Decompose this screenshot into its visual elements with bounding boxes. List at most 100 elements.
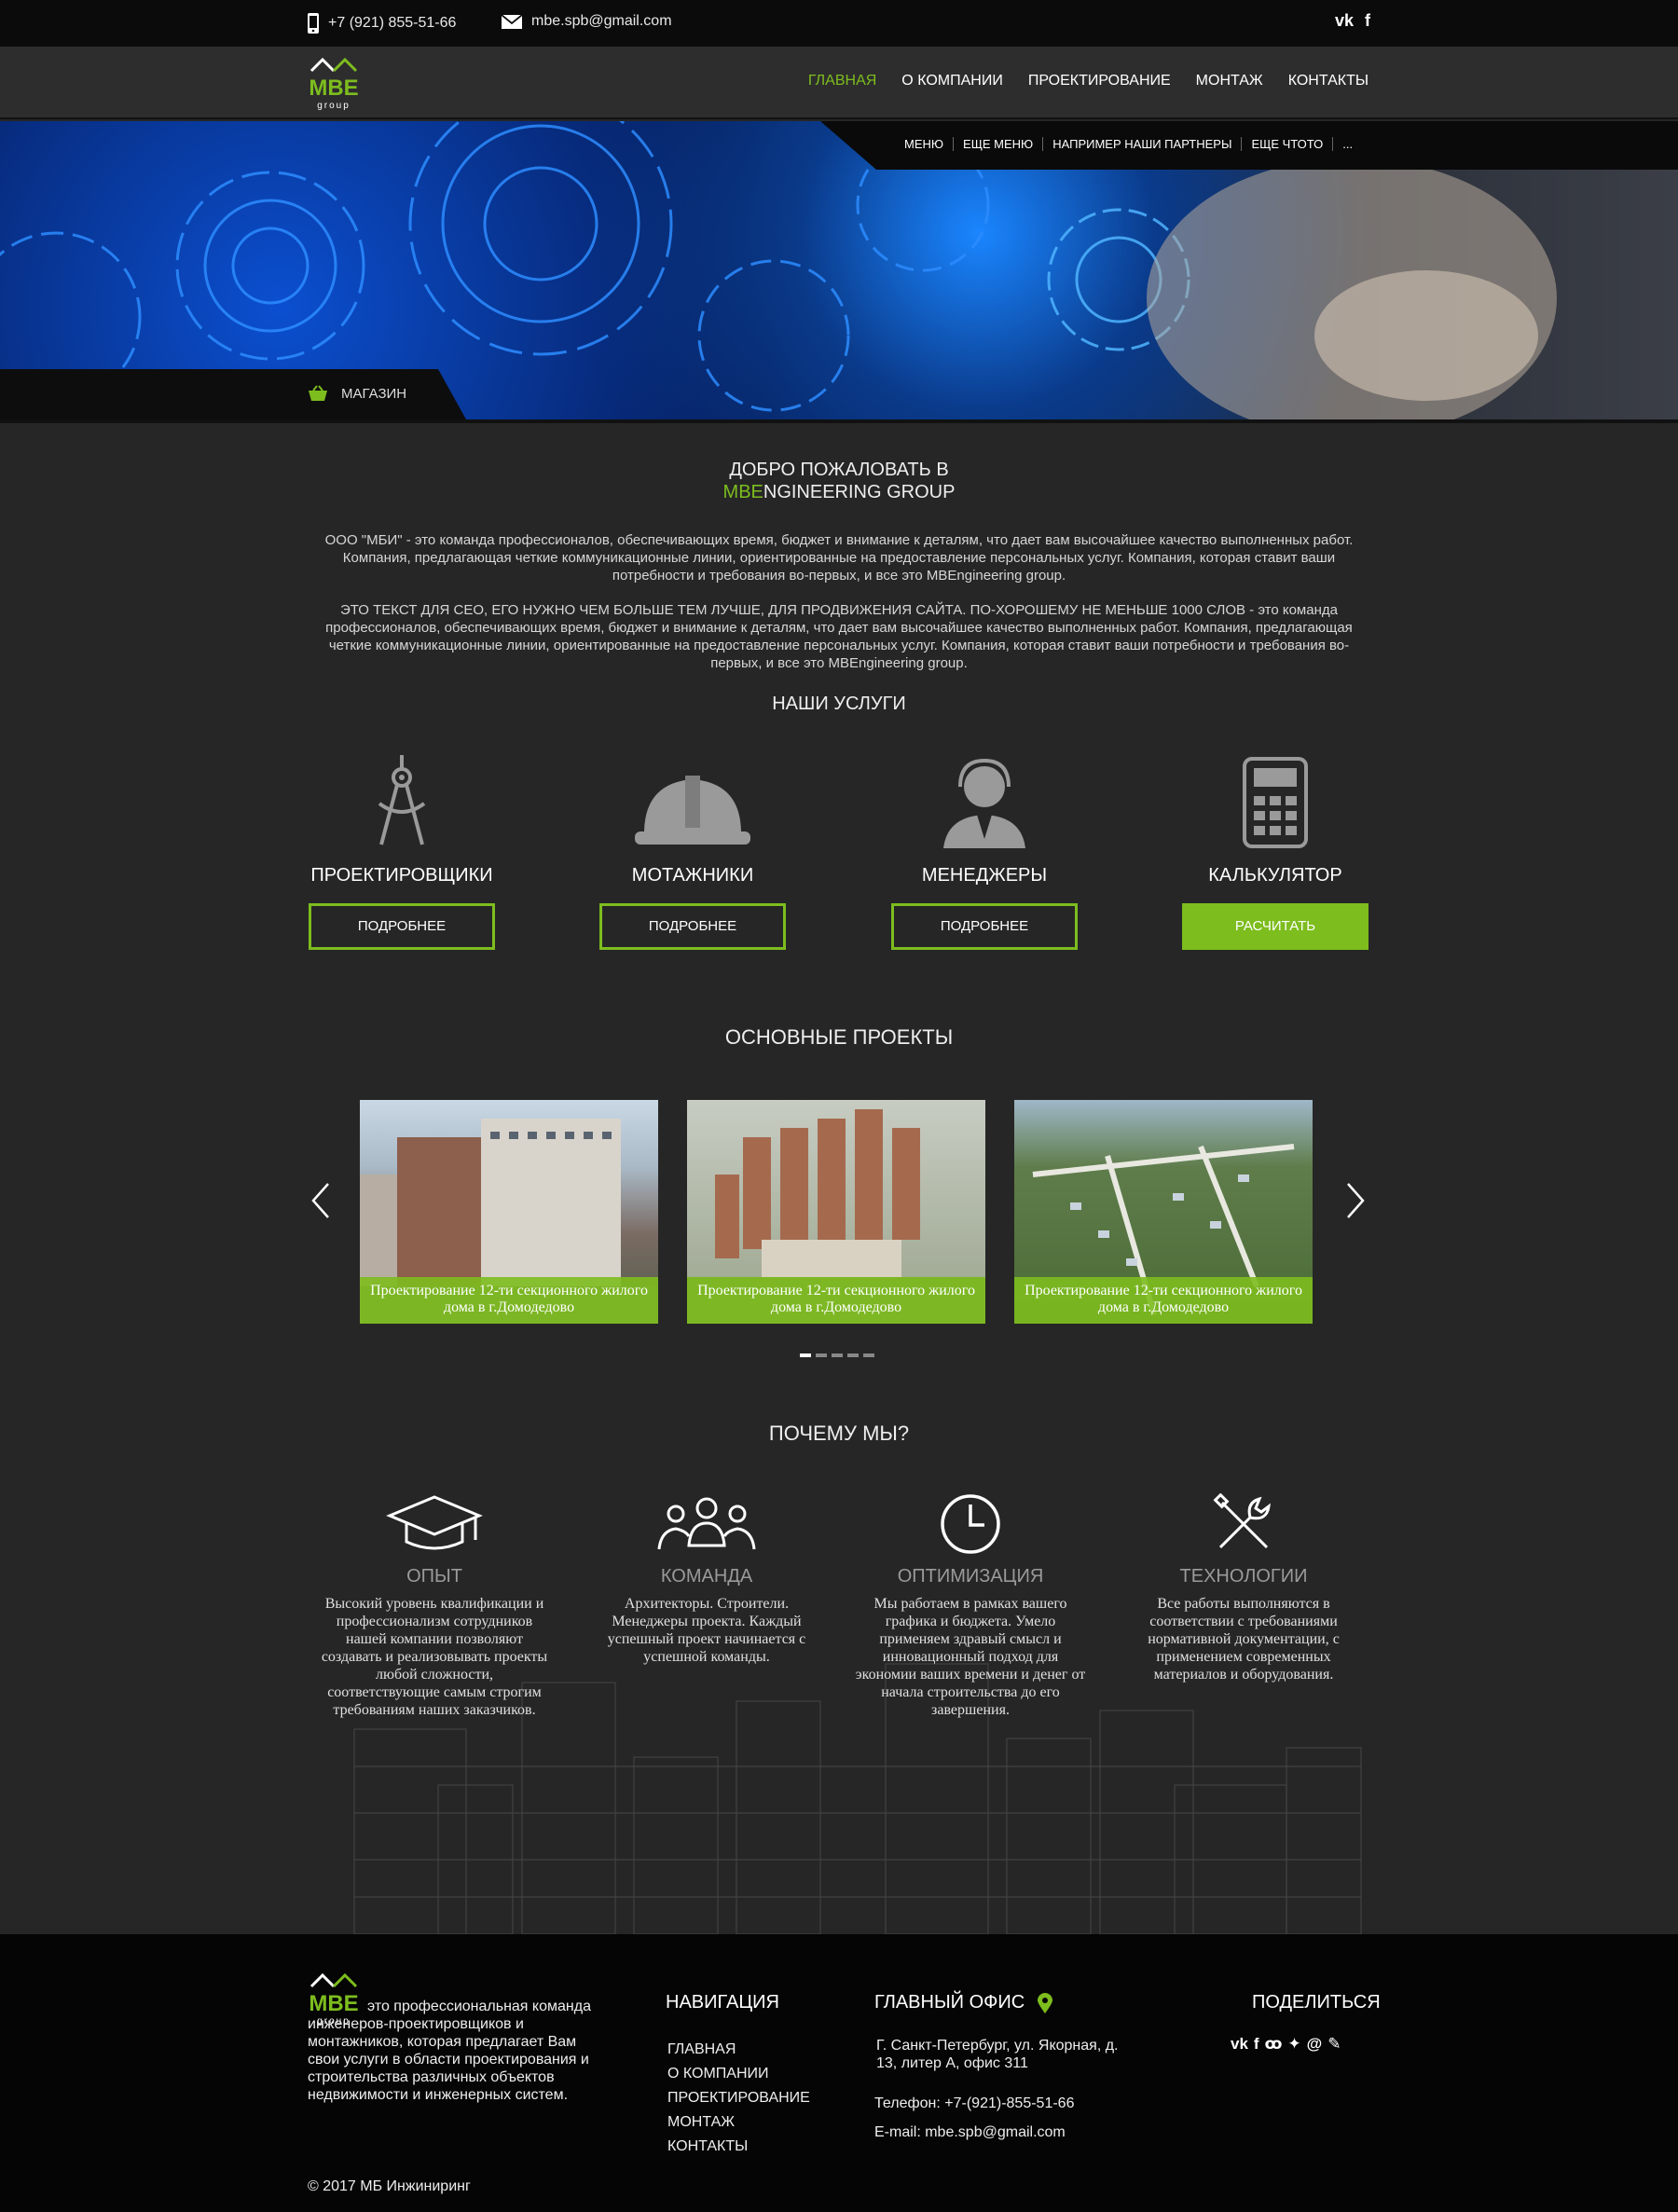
team-icon bbox=[657, 1497, 756, 1550]
service-name: ПРОЕКТИРОВЩИКИ bbox=[310, 865, 493, 886]
welcome-line: ДОБРО ПОЖАЛОВАТЬ В bbox=[729, 460, 949, 480]
why-name: КОМАНДА bbox=[660, 1566, 753, 1587]
footer-about: это профессиональная команда инженеров-п… bbox=[308, 1999, 591, 2103]
seo-paragraph: ЭТО ТЕКСТ ДЛЯ СЕО, ЕГО НУЖНО ЧЕМ БОЛЬШЕ … bbox=[325, 602, 1353, 671]
city-skyline-background bbox=[353, 1663, 1362, 1934]
submenu-item-menu[interactable]: МЕНЮ bbox=[895, 137, 955, 151]
svg-text:MBE: MBE bbox=[309, 76, 358, 101]
details-button[interactable]: ПОДРОБНЕЕ bbox=[309, 903, 495, 950]
why-name: ОПЫТ bbox=[406, 1566, 462, 1587]
vk-icon[interactable]: vk bbox=[1335, 11, 1354, 31]
project-caption: Проектирование 12-ти секционного жилого … bbox=[360, 1277, 658, 1324]
service-name: МЕНЕДЖЕРЫ bbox=[921, 865, 1048, 886]
svg-text:group: group bbox=[317, 101, 351, 111]
email-address: mbe.spb@gmail.com bbox=[531, 13, 672, 29]
carousel-next-arrow[interactable] bbox=[1344, 1182, 1367, 1219]
calculate-button[interactable]: РАСЧИТАТЬ bbox=[1182, 903, 1369, 950]
hero-banner: МЕНЮ ЕЩЕ МЕНЮ НАПРИМЕР НАШИ ПАРТНЕРЫ ЕЩЕ… bbox=[0, 121, 1678, 419]
footer-nav-install[interactable]: МОНТАЖ bbox=[667, 2110, 810, 2135]
nav-item-install[interactable]: МОНТАЖ bbox=[1196, 73, 1263, 89]
why-item-experience: ОПЫТ Высокий уровень квалификации и проф… bbox=[318, 1491, 551, 1719]
carousel-dot[interactable] bbox=[800, 1353, 811, 1357]
logo[interactable]: MBE group bbox=[308, 54, 360, 114]
top-bar: +7 (921) 855-51-66 mbe.spb@gmail.com vk … bbox=[0, 0, 1678, 47]
footer-nav-contacts[interactable]: КОНТАКТЫ bbox=[667, 2135, 810, 2159]
hardhat-icon bbox=[635, 776, 750, 845]
share-title: ПОДЕЛИТЬСЯ bbox=[1252, 1992, 1381, 2013]
top-social: vk f bbox=[1335, 11, 1370, 31]
details-button[interactable]: ПОДРОБНЕЕ bbox=[599, 903, 786, 950]
submenu-item-more[interactable]: ... bbox=[1333, 137, 1362, 151]
nav-item-design[interactable]: ПРОЕКТИРОВАНИЕ bbox=[1028, 73, 1171, 89]
vk-icon[interactable]: vk bbox=[1231, 2035, 1248, 2054]
office-phone[interactable]: Телефон: +7-(921)-855-51-66 bbox=[874, 2095, 1074, 2112]
why-text: Архитекторы. Строители. Менеджеры проект… bbox=[607, 1596, 806, 1665]
footer-office-title: ГЛАВНЫЙ ОФИС bbox=[874, 1992, 1053, 2013]
brand-green: MBE bbox=[722, 482, 763, 502]
office-title: ГЛАВНЫЙ ОФИС bbox=[874, 1992, 1025, 2013]
submenu-item-partners[interactable]: НАПРИМЕР НАШИ ПАРТНЕРЫ bbox=[1043, 137, 1243, 151]
why-text: Мы работаем в рамках вашего графика и бю… bbox=[855, 1596, 1086, 1718]
office-email[interactable]: E-mail: mbe.spb@gmail.com bbox=[874, 2123, 1066, 2141]
footer-nav: ГЛАВНАЯ О КОМПАНИИ ПРОЕКТИРОВАНИЕ МОНТАЖ… bbox=[667, 2038, 810, 2159]
details-button[interactable]: ПОДРОБНЕЕ bbox=[891, 903, 1078, 950]
carousel-dot[interactable] bbox=[816, 1353, 827, 1357]
compass-icon bbox=[378, 755, 426, 845]
pin-icon[interactable]: ✎ bbox=[1327, 2035, 1341, 2054]
project-card[interactable]: Проектирование 12-ти секционного жилого … bbox=[687, 1100, 985, 1324]
footer-nav-about[interactable]: О КОМПАНИИ bbox=[667, 2062, 810, 2086]
mail-icon[interactable]: @ bbox=[1307, 2035, 1323, 2054]
facebook-icon[interactable]: f bbox=[1365, 11, 1370, 31]
footer-nav-design[interactable]: ПРОЕКТИРОВАНИЕ bbox=[667, 2086, 810, 2110]
nav-item-contacts[interactable]: КОНТАКТЫ bbox=[1288, 73, 1369, 89]
welcome-paragraph: ООО "МБИ" - это команда профессионалов, … bbox=[324, 532, 1354, 584]
shop-label: МАГАЗИН bbox=[341, 385, 407, 402]
project-caption: Проектирование 12-ти секционного жилого … bbox=[687, 1277, 985, 1324]
phone-number: +7 (921) 855-51-66 bbox=[328, 15, 457, 31]
phone-contact[interactable]: +7 (921) 855-51-66 bbox=[308, 13, 456, 34]
service-card-installers: МОТАЖНИКИ ПОДРОБНЕЕ bbox=[599, 746, 786, 950]
why-name: ТЕХНОЛОГИИ bbox=[1179, 1566, 1308, 1587]
service-name: МОТАЖНИКИ bbox=[631, 865, 754, 886]
office-address: Г. Санкт-Петербург, ул. Якорная, д. 13, … bbox=[876, 2038, 1119, 2071]
submenu-item-more-menu[interactable]: ЕЩЕ МЕНЮ bbox=[954, 137, 1044, 151]
phone-icon bbox=[308, 13, 319, 34]
carousel-dots bbox=[800, 1353, 874, 1357]
why-item-team: КОМАНДА Архитекторы. Строители. Менеджер… bbox=[590, 1491, 823, 1666]
clock-icon bbox=[941, 1494, 1000, 1554]
carousel-dot[interactable] bbox=[863, 1353, 874, 1357]
copyright: © 2017 МБ Инжиниринг bbox=[308, 2178, 471, 2194]
projects-title: ОСНОВНЫЕ ПРОЕКТЫ bbox=[724, 1025, 954, 1049]
carousel-dot[interactable] bbox=[847, 1353, 859, 1357]
why-item-technology: ТЕХНОЛОГИИ Все работы выполняются в соот… bbox=[1127, 1491, 1360, 1683]
carousel-prev-arrow[interactable] bbox=[309, 1182, 332, 1219]
calculator-icon bbox=[1243, 757, 1308, 848]
nav-item-home[interactable]: ГЛАВНАЯ bbox=[808, 73, 876, 89]
header: MBE group ГЛАВНАЯ О КОМПАНИИ ПРОЕКТИРОВА… bbox=[0, 47, 1678, 119]
twitter-icon[interactable]: ✦ bbox=[1287, 2035, 1300, 2054]
footer-nav-home[interactable]: ГЛАВНАЯ bbox=[667, 2038, 810, 2062]
nav-item-about[interactable]: О КОМПАНИИ bbox=[901, 73, 1003, 89]
facebook-icon[interactable]: f bbox=[1254, 2035, 1259, 2054]
tools-icon bbox=[1213, 1493, 1271, 1549]
service-card-managers: МЕНЕДЖЕРЫ ПОДРОБНЕЕ bbox=[891, 746, 1078, 950]
brand-rest: NGINEERING GROUP bbox=[763, 482, 956, 502]
mail-icon bbox=[502, 14, 522, 29]
sub-menu: МЕНЮ ЕЩЕ МЕНЮ НАПРИМЕР НАШИ ПАРТНЕРЫ ЕЩЕ… bbox=[820, 121, 1678, 170]
service-name: КАЛЬКУЛЯТОР bbox=[1208, 865, 1342, 886]
project-card[interactable]: Проектирование 12-ти секционного жилого … bbox=[360, 1100, 658, 1324]
footer: MBE group это профессиональная команда и… bbox=[0, 1934, 1678, 2212]
email-contact[interactable]: mbe.spb@gmail.com bbox=[502, 13, 672, 30]
odnoklassniki-icon[interactable]: ꝏ bbox=[1265, 2035, 1283, 2054]
service-card-designers: ПРОЕКТИРОВЩИКИ ПОДРОБНЕЕ bbox=[309, 746, 495, 950]
basket-icon bbox=[309, 385, 327, 401]
why-title: ПОЧЕМУ МЫ? bbox=[768, 1422, 910, 1445]
location-pin-icon bbox=[1038, 1992, 1053, 2013]
shop-bar[interactable]: МАГАЗИН bbox=[0, 369, 466, 419]
project-card[interactable]: Проектирование 12-ти секционного жилого … bbox=[1014, 1100, 1313, 1324]
why-item-optimization: ОПТИМИЗАЦИЯ Мы работаем в рамках вашего … bbox=[854, 1491, 1087, 1719]
carousel-dot[interactable] bbox=[832, 1353, 843, 1357]
why-text: Все работы выполняются в соответствии с … bbox=[1148, 1596, 1340, 1683]
submenu-item-other[interactable]: ЕЩЕ ЧТОТО bbox=[1242, 137, 1334, 151]
why-text: Высокий уровень квалификации и профессио… bbox=[321, 1596, 548, 1718]
